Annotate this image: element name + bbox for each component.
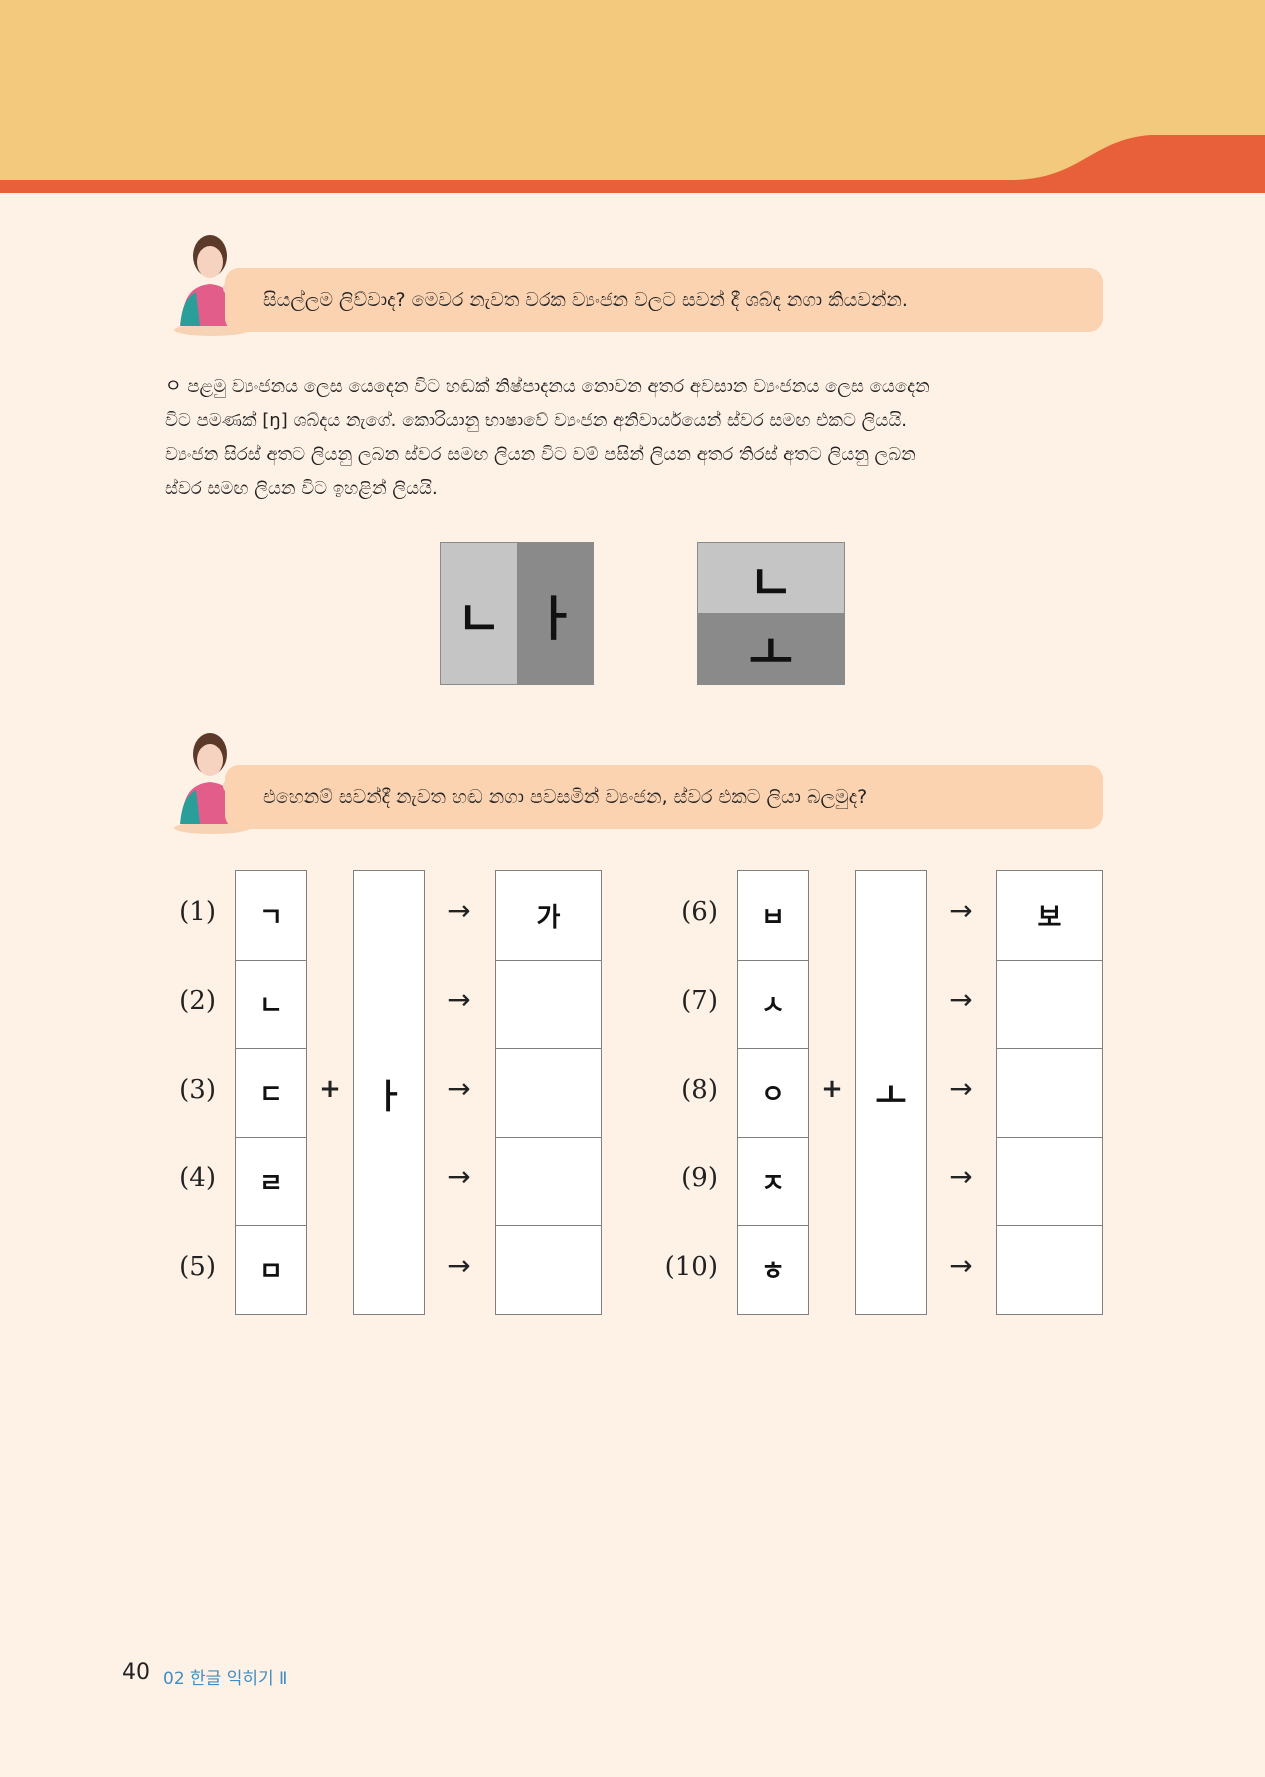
arrow-icon: → — [447, 1071, 471, 1105]
grammar-note: ㅇ පළමු ව්‍යංජනය ලෙස යෙදෙන විට හඬක් නිෂ්ප… — [165, 370, 1100, 506]
syllable-diagram-vertical: ㄴ ㅏ — [440, 542, 594, 685]
note-line-4: ස්වර සමඟ ලියන විට ඉහළින් ලියයි. — [165, 478, 438, 499]
note-line-2: විට පමණක් [ŋ] ශබ්දය නැගේ. කොරියානු භාෂාව… — [165, 410, 907, 431]
exercise-row-label: (3) — [179, 1074, 216, 1105]
plus-sign: + — [319, 1073, 341, 1104]
arrow-icon: → — [447, 982, 471, 1016]
vowel-column: ㅗ — [855, 870, 927, 1315]
consonant-column: ㄱㄴㄷㄹㅁ — [235, 870, 307, 1315]
row-divider — [496, 1136, 601, 1138]
note-line-3: ව්‍යංජන සිරස් අතට ලියනු ලබන ස්වර සමඟ ලිය… — [165, 444, 916, 465]
answer-cell[interactable]: 가 — [496, 871, 601, 960]
speech-bubble-1: සියල්ලම ලිව්වාද? මෙවර නැවත වරක ව්‍යංජන ව… — [225, 268, 1103, 332]
diagram-consonant-cell: ㄴ — [441, 543, 517, 684]
consonant-column: ㅂㅅㅇㅈㅎ — [737, 870, 809, 1315]
speech-bubble-2: එහෙනම් සවන්දී නැවත හඬ නගා පවසමින් ව්‍යංජ… — [225, 765, 1103, 829]
arrow-icon: → — [447, 894, 471, 928]
diagram-vowel-cell: ㅗ — [698, 613, 844, 684]
row-divider — [236, 1048, 306, 1050]
chapter-label: 02 한글 익히기 Ⅱ — [163, 1669, 288, 1689]
speech-text-1: සියල්ලම ලිව්වාද? මෙවර නැවත වරක ව්‍යංජන ව… — [263, 289, 908, 311]
exercise-row-label: (8) — [681, 1074, 718, 1105]
exercise-row-label: (9) — [681, 1163, 718, 1194]
row-divider — [496, 1048, 601, 1050]
exercise-row-label: (5) — [179, 1251, 216, 1282]
consonant-cell: ㅇ — [761, 1079, 785, 1110]
exercise-row-label: (10) — [664, 1251, 718, 1282]
answer-cell[interactable] — [496, 1225, 601, 1314]
answer-cell[interactable] — [496, 1048, 601, 1137]
answer-cell[interactable] — [997, 1137, 1102, 1226]
answer-cell[interactable]: 보 — [997, 871, 1102, 960]
arrow-icon: → — [447, 1248, 471, 1282]
answer-cell[interactable] — [496, 960, 601, 1049]
syllable-diagram-horizontal: ㄴ ㅗ — [697, 542, 845, 685]
consonant-cell: ㅈ — [761, 1168, 785, 1199]
row-divider — [738, 959, 808, 961]
exercise-row-label: (7) — [681, 985, 718, 1016]
arrow-icon: → — [949, 1160, 973, 1194]
consonant-cell: ㅎ — [761, 1257, 785, 1288]
row-divider — [738, 1225, 808, 1227]
row-divider — [997, 1048, 1102, 1050]
consonant-cell: ㅂ — [761, 902, 785, 933]
row-divider — [496, 1225, 601, 1227]
exercise-row-label: (6) — [681, 897, 718, 928]
consonant-cell: ㄷ — [259, 1079, 283, 1110]
consonant-cell: ㄹ — [259, 1168, 283, 1199]
vowel-column: ㅏ — [353, 870, 425, 1315]
consonant-cell: ㄴ — [259, 991, 283, 1022]
row-divider — [236, 959, 306, 961]
row-divider — [496, 959, 601, 961]
header-band — [0, 0, 1265, 193]
exercise-row-label: (1) — [179, 897, 216, 928]
answer-cell[interactable] — [496, 1137, 601, 1226]
speech-text-2: එහෙනම් සවන්දී නැවත හඬ නගා පවසමින් ව්‍යංජ… — [263, 786, 868, 808]
exercise-row-label: (4) — [179, 1163, 216, 1194]
consonant-cell: ㄱ — [259, 902, 283, 933]
row-divider — [738, 1048, 808, 1050]
row-divider — [997, 1136, 1102, 1138]
arrow-icon: → — [447, 1160, 471, 1194]
row-divider — [738, 1136, 808, 1138]
answer-cell[interactable] — [997, 1225, 1102, 1314]
row-divider — [997, 959, 1102, 961]
plus-sign: + — [821, 1073, 843, 1104]
arrow-icon: → — [949, 1071, 973, 1105]
vowel-glyph: ㅏ — [373, 1076, 405, 1117]
arrow-icon: → — [949, 1248, 973, 1282]
note-line-1: ㅇ පළමු ව්‍යංජනය ලෙස යෙදෙන විට හඬක් නිෂ්ප… — [165, 376, 930, 397]
diagram-consonant-cell: ㄴ — [698, 543, 844, 613]
row-divider — [236, 1225, 306, 1227]
answer-cell[interactable] — [997, 1048, 1102, 1137]
vowel-glyph: ㅗ — [875, 1076, 907, 1117]
row-divider — [236, 1136, 306, 1138]
page-number: 40 — [122, 1660, 150, 1685]
row-divider — [997, 1225, 1102, 1227]
answer-cell[interactable] — [997, 960, 1102, 1049]
consonant-cell: ㅁ — [259, 1257, 283, 1288]
consonant-cell: ㅅ — [761, 991, 785, 1022]
diagram-vowel-cell: ㅏ — [517, 543, 593, 684]
arrow-icon: → — [949, 894, 973, 928]
answer-column: 보 — [996, 870, 1103, 1315]
arrow-icon: → — [949, 982, 973, 1016]
answer-column: 가 — [495, 870, 602, 1315]
exercise-row-label: (2) — [179, 985, 216, 1016]
